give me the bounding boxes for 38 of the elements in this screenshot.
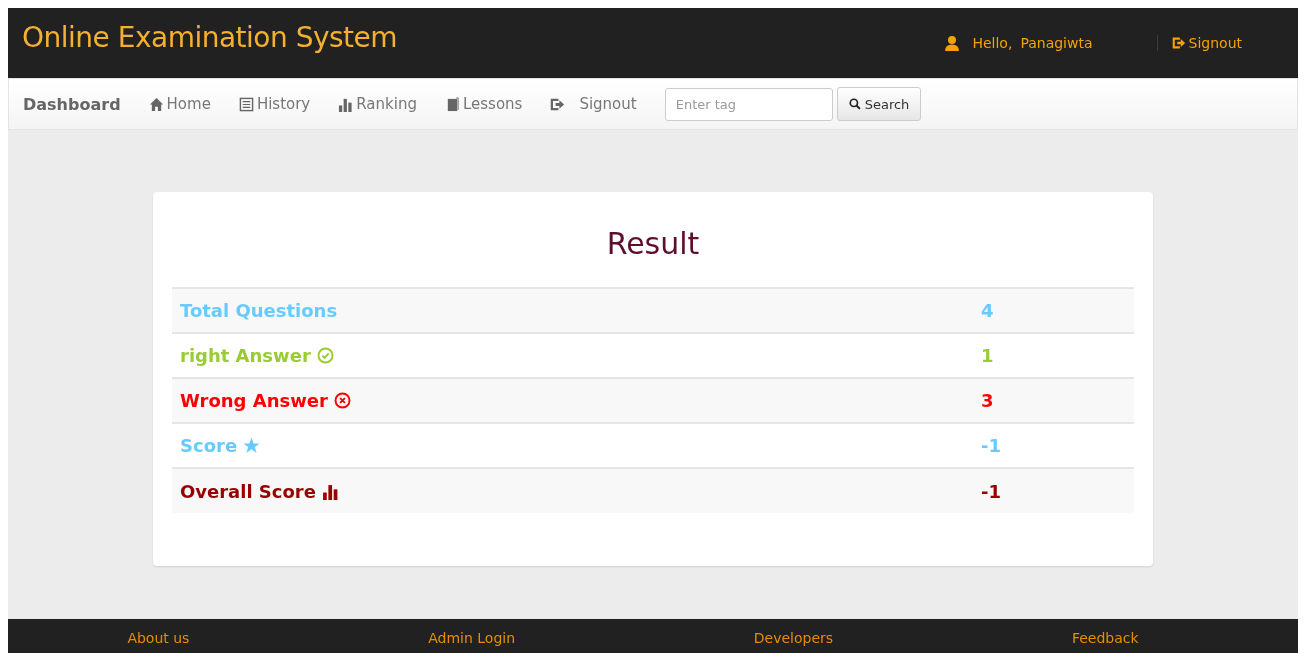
greeting-text: Hello, (972, 35, 1013, 51)
nav-link[interactable]: Lessons (444, 95, 523, 113)
result-label: Wrong Answer (172, 378, 973, 423)
home-icon (148, 96, 164, 112)
signout-link[interactable]: Signout (1156, 35, 1242, 51)
site-title: Online Examination System (22, 20, 398, 54)
tag-search-field[interactable]: Enter tag (664, 87, 833, 121)
footer-link[interactable]: About us (127, 630, 190, 646)
footer-link[interactable]: Feedback (1071, 630, 1139, 646)
list-icon (238, 96, 254, 112)
result-title: Result (605, 226, 701, 261)
result-value: 1 (973, 333, 1134, 378)
nav-link[interactable]: Signout (550, 95, 637, 113)
search-button[interactable]: Search (836, 87, 922, 121)
result-label: Overall Score (172, 468, 973, 513)
bar-chart-icon (338, 96, 354, 112)
result-value: -1 (973, 423, 1134, 468)
nav-link[interactable]: Home (148, 95, 211, 113)
result-label: right Answer (172, 333, 973, 378)
signout-icon (1171, 36, 1186, 50)
signout-icon (550, 96, 566, 112)
check-circle-icon (316, 347, 334, 364)
footer-link[interactable]: Developers (753, 630, 834, 646)
result-value: 3 (973, 378, 1134, 423)
result-value: 4 (973, 288, 1134, 333)
nav-link[interactable]: Ranking (338, 95, 417, 113)
result-label: Total Questions (172, 288, 973, 333)
dashboard-link[interactable]: Dashboard (23, 94, 121, 114)
cross-circle-icon (333, 392, 351, 409)
bar-chart-icon (321, 482, 339, 500)
user-icon (944, 35, 961, 51)
footer-link[interactable]: Admin Login (428, 630, 516, 646)
user-name: Panagiwta (1020, 35, 1093, 51)
nav-link[interactable]: History (238, 95, 311, 113)
result-value: -1 (973, 468, 1134, 513)
star-icon (243, 437, 261, 454)
result-label: Score (172, 423, 973, 468)
search-icon (848, 98, 861, 110)
